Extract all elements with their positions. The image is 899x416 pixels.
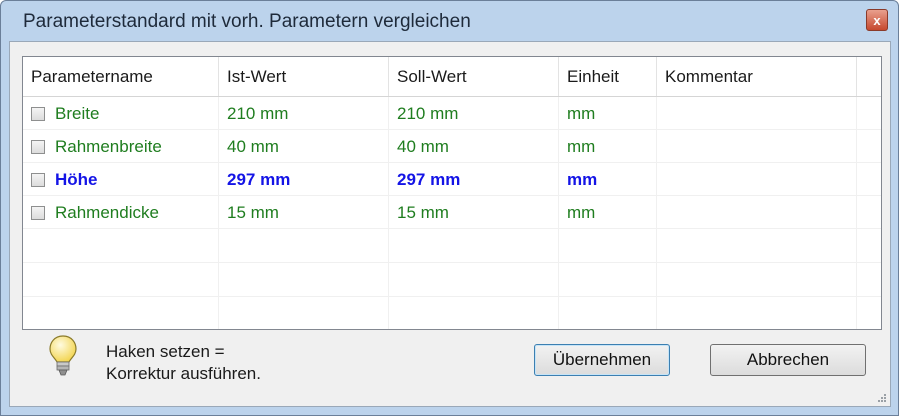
column-header-parametername[interactable]: Parametername	[23, 57, 219, 96]
table-cell-unit: mm	[559, 163, 657, 196]
table-cell-comment	[657, 97, 857, 130]
row-checkbox[interactable]	[31, 173, 45, 187]
table-cell-name: Höhe	[23, 163, 219, 196]
table-cell-unit: mm	[559, 97, 657, 130]
table-row[interactable]: Rahmendicke 15 mm 15 mm mm	[23, 196, 881, 229]
cell-text: 40 mm	[397, 137, 449, 156]
table-cell-comment	[657, 130, 857, 163]
table-cell-name: Rahmenbreite	[23, 130, 219, 163]
dialog-window: Parameterstandard mit vorh. Parametern v…	[0, 0, 899, 416]
row-checkbox[interactable]	[31, 206, 45, 220]
empty-row	[23, 297, 881, 329]
cell-text: 15 mm	[227, 203, 279, 222]
cell-text: Breite	[55, 104, 100, 123]
column-header-kommentar[interactable]: Kommentar	[657, 57, 857, 96]
cancel-button[interactable]: Abbrechen	[710, 344, 866, 376]
dialog-client-area: Parametername Ist-Wert Soll-Wert Einheit…	[9, 41, 891, 407]
empty-row	[23, 263, 881, 296]
cell-text: 40 mm	[227, 137, 279, 156]
window-title: Parameterstandard mit vorh. Parametern v…	[23, 11, 471, 32]
cell-text: mm	[567, 170, 598, 189]
cell-text: mm	[567, 137, 596, 156]
table-cell-soll: 15 mm	[389, 196, 559, 229]
hint-text-line-2: Korrektur ausführen.	[106, 364, 261, 383]
cell-text: Höhe	[55, 170, 98, 189]
column-header-einheit[interactable]: Einheit	[559, 57, 657, 96]
close-icon: x	[873, 12, 881, 28]
column-header-soll-wert[interactable]: Soll-Wert	[389, 57, 559, 96]
cell-text: 297 mm	[227, 170, 291, 189]
table-cell-name: Breite	[23, 97, 219, 130]
cell-text: 15 mm	[397, 203, 449, 222]
table-cell-ist: 40 mm	[219, 130, 389, 163]
table-cell-comment	[657, 163, 857, 196]
cell-text: Rahmendicke	[55, 203, 159, 222]
table-cell-unit: mm	[559, 196, 657, 229]
table-row[interactable]: Breite 210 mm 210 mm mm	[23, 97, 881, 130]
table-cell-soll: 40 mm	[389, 130, 559, 163]
table-row[interactable]: Rahmenbreite 40 mm 40 mm mm	[23, 130, 881, 163]
title-bar[interactable]: Parameterstandard mit vorh. Parametern v…	[1, 1, 898, 41]
table-cell-soll: 297 mm	[389, 163, 559, 196]
apply-button[interactable]: Übernehmen	[534, 344, 670, 376]
cell-text: 210 mm	[227, 104, 289, 123]
table-cell-comment	[657, 196, 857, 229]
table-cell-ist: 15 mm	[219, 196, 389, 229]
cell-text: mm	[567, 104, 596, 123]
table-cell-ist: 210 mm	[219, 97, 389, 130]
column-header-ist-wert[interactable]: Ist-Wert	[219, 57, 389, 96]
cell-text: 210 mm	[397, 104, 459, 123]
table-header: Parametername Ist-Wert Soll-Wert Einheit…	[23, 57, 881, 97]
cell-text: mm	[567, 203, 596, 222]
empty-row	[23, 229, 881, 262]
table-cell-ist: 297 mm	[219, 163, 389, 196]
row-checkbox[interactable]	[31, 140, 45, 154]
table-row[interactable]: Höhe 297 mm 297 mm mm	[23, 163, 881, 196]
parameter-table[interactable]: Parametername Ist-Wert Soll-Wert Einheit…	[22, 56, 882, 330]
cell-text: 297 mm	[397, 170, 461, 189]
lightbulb-icon	[49, 335, 77, 376]
table-cell-unit: mm	[559, 130, 657, 163]
hint-text-line-1: Haken setzen =	[106, 342, 225, 361]
row-checkbox[interactable]	[31, 107, 45, 121]
resize-grip-icon[interactable]	[876, 392, 886, 402]
close-button[interactable]: x	[866, 9, 888, 31]
cell-text: Rahmenbreite	[55, 137, 162, 156]
table-cell-name: Rahmendicke	[23, 196, 219, 229]
table-cell-soll: 210 mm	[389, 97, 559, 130]
